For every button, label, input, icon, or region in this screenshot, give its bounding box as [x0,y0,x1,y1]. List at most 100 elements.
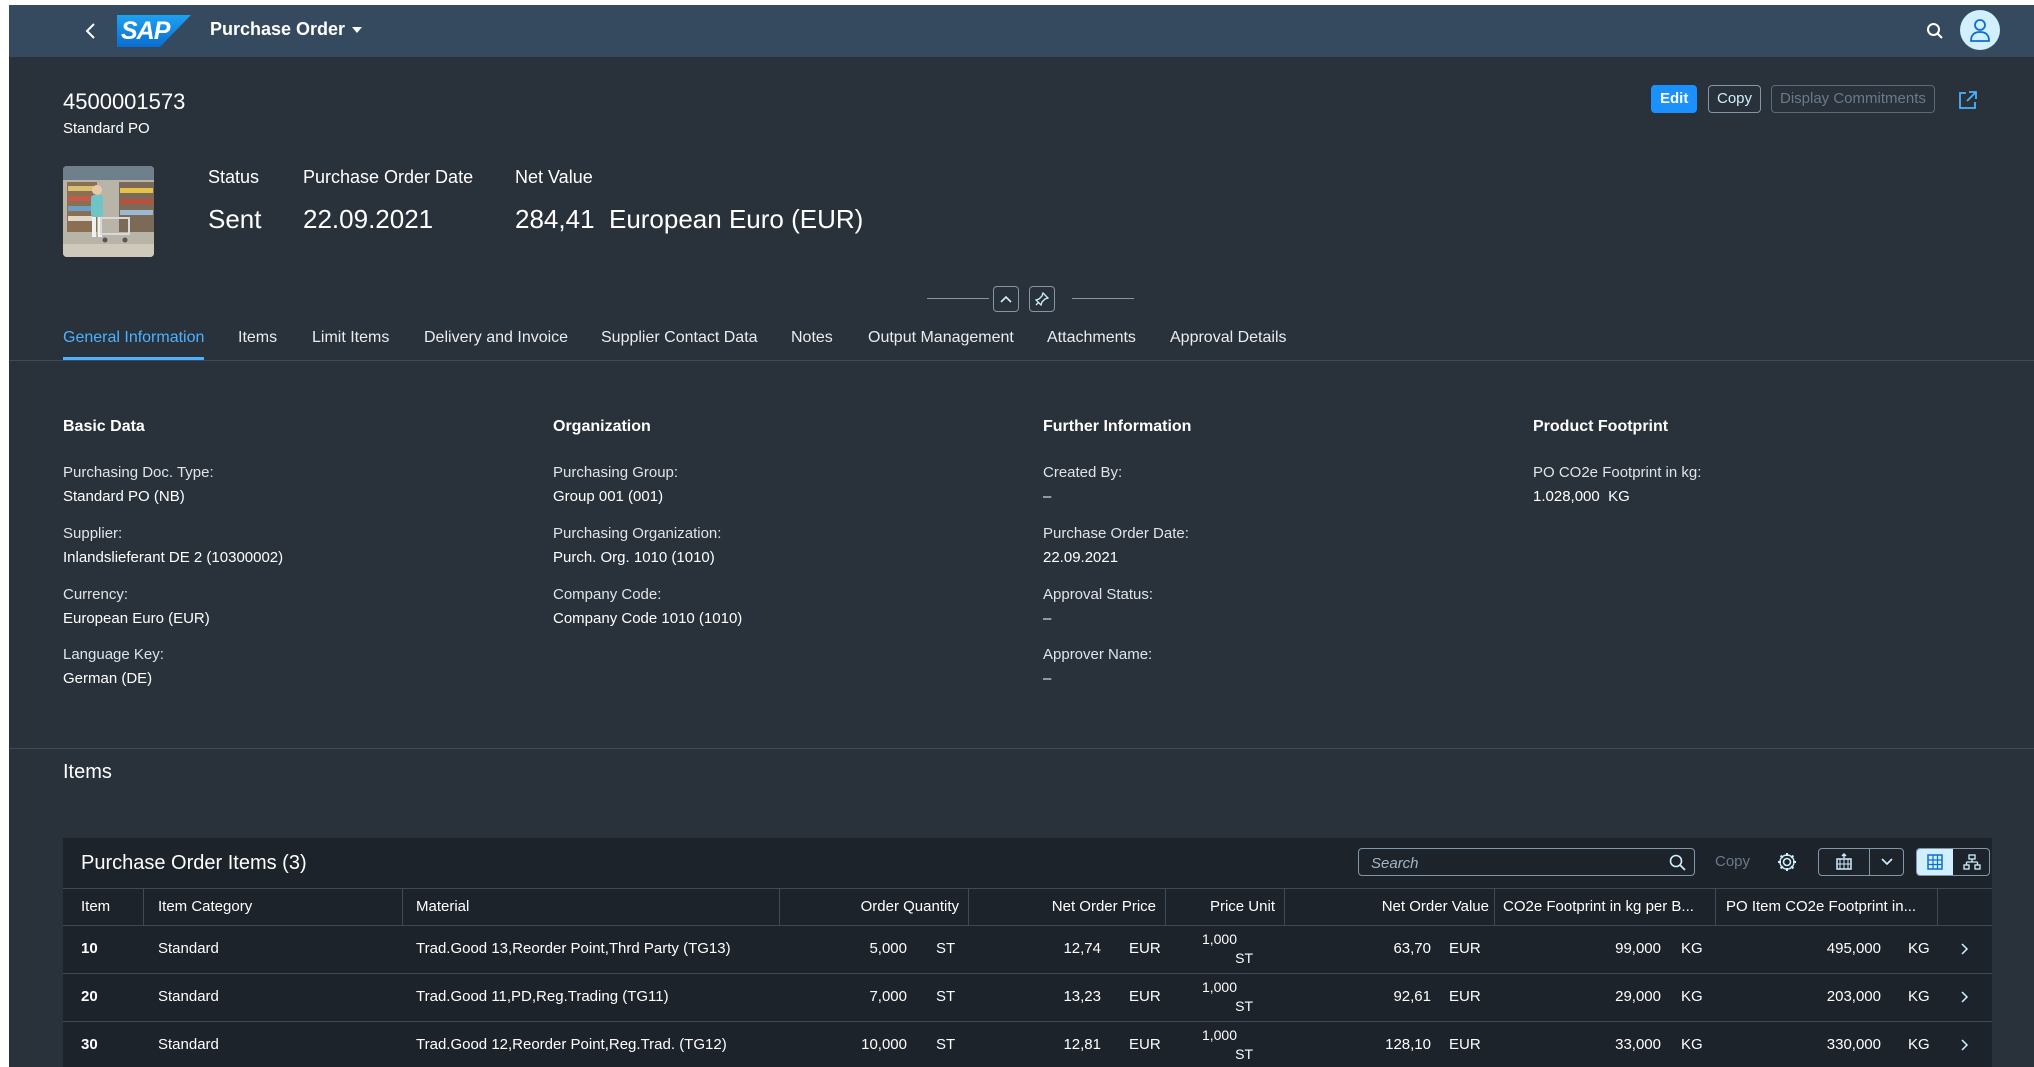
column-header-co2e-per-unit[interactable]: CO2e Footprint in kg per B... [1503,889,1694,925]
po-number: 4500001573 [63,89,186,114]
tab-approval-details[interactable]: Approval Details [1170,329,1287,347]
cell-price-currency: EUR [1129,988,1161,1005]
table-search-field[interactable] [1358,848,1695,877]
field-label: Supplier: [63,525,123,542]
price-unit-quantity: 1,000 [1201,931,1237,947]
tree-view-button[interactable] [1954,849,1989,875]
search-icon [1927,23,1943,39]
column-header-net-order-value[interactable]: Net Order Value [1284,889,1489,925]
tab-general-information[interactable]: General Information [63,329,204,347]
field-label: PO CO2e Footprint in kg: [1533,464,1702,481]
shell-search-button[interactable] [1921,17,1949,45]
tab-attachments[interactable]: Attachments [1047,329,1136,347]
pin-header-button[interactable] [1029,286,1055,312]
user-avatar[interactable] [1960,10,2000,50]
items-section-heading: Items [63,761,112,783]
person-icon [1970,19,1990,42]
price-unit-uom: ST [1235,950,1253,966]
section-title-basic-data: Basic Data [63,418,145,435]
chevron-right-icon[interactable] [1957,990,1971,1004]
display-commitments-button[interactable]: Display Commitments [1771,85,1935,113]
cell-price-currency: EUR [1129,1036,1161,1053]
hierarchy-icon [1963,854,1981,870]
field-value: Purch. Org. 1010 (1010) [553,549,715,566]
copy-button[interactable]: Copy [1708,85,1762,113]
table-row[interactable]: 30 Standard Trad.Good 12,Reorder Point,R… [63,1022,1992,1067]
cell-co2e-per-unit-uom: KG [1681,1036,1703,1053]
tab-supplier-contact-data[interactable]: Supplier Contact Data [601,329,758,347]
cell-item: 20 [81,988,98,1005]
column-header-net-order-price[interactable]: Net Order Price [968,889,1156,925]
cell-material: Trad.Good 12,Reorder Point,Reg.Trad. (TG… [416,1036,727,1053]
field-label: Approver Name: [1043,646,1153,663]
table-view-button[interactable] [1917,849,1953,875]
table-row[interactable]: 20 Standard Trad.Good 11,PD,Reg.Trading … [63,974,1992,1022]
cell-order-quantity: 7,000 [869,988,907,1005]
po-type: Standard PO [63,120,150,137]
share-icon[interactable] [1957,89,1979,111]
chevron-right-icon[interactable] [1957,942,1971,956]
purchase-order-items-table: Purchase Order Items (3) Copy Item [63,838,1992,1067]
grid-icon [1927,854,1943,870]
search-icon[interactable] [1668,853,1688,873]
column-header-item-category[interactable]: Item Category [158,889,252,925]
kpi-status-label: Status [208,167,260,187]
column-header-order-quantity[interactable]: Order Quantity [779,889,959,925]
header-divider-right [1072,298,1134,299]
cell-po-item-co2e-uom: KG [1908,1036,1930,1053]
field-value: Company Code 1010 (1010) [553,610,743,627]
cell-material: Trad.Good 11,PD,Reg.Trading (TG11) [416,988,669,1005]
column-header-price-unit[interactable]: Price Unit [1165,889,1275,925]
edit-button[interactable]: Edit [1651,85,1698,113]
field-label: Purchase Order Date: [1043,525,1189,542]
export-menu-button[interactable] [1818,848,1904,876]
collapse-header-button[interactable] [993,286,1019,312]
table-search-input[interactable] [1359,849,1673,877]
gear-icon[interactable] [1775,850,1799,874]
app-window: SAP Purchase Order 4500001573 Standard P… [9,5,2034,1067]
tab-limit-items[interactable]: Limit Items [312,329,389,347]
field-value: 1.028,000 KG [1533,488,1630,505]
column-header-item[interactable]: Item [81,889,110,925]
export-button[interactable] [1819,849,1869,875]
field-label: Created By: [1043,464,1123,481]
tab-items[interactable]: Items [238,329,277,347]
kpi-net-value-label: Net Value [515,167,593,187]
field-value: Standard PO (NB) [63,488,185,505]
cell-quantity-unit: ST [936,940,956,957]
cell-item: 30 [81,1036,98,1053]
cell-order-quantity: 10,000 [861,1036,907,1053]
export-dropdown-button[interactable] [1870,849,1903,875]
price-unit-quantity: 1,000 [1201,1027,1237,1043]
cell-price-unit: 1,000 ST [1193,1026,1253,1064]
cell-net-order-value: 128,10 [1385,1036,1431,1053]
tab-delivery-and-invoice[interactable]: Delivery and Invoice [424,329,568,347]
chevron-right-icon[interactable] [1957,1038,1971,1052]
column-separator [1937,889,1938,925]
header-divider-left [927,298,989,299]
table-row[interactable]: 10 Standard Trad.Good 13,Reorder Point,T… [63,926,1992,974]
app-title-menu[interactable]: Purchase Order [210,19,363,40]
field-value: – [1043,610,1052,627]
cell-quantity-unit: ST [936,988,956,1005]
chevron-left-icon [85,23,95,39]
table-title: Purchase Order Items (3) [81,852,307,874]
field-label: Purchasing Doc. Type: [63,464,214,481]
column-header-po-item-co2e[interactable]: PO Item CO2e Footprint in... [1726,889,1916,925]
shell-bar: SAP Purchase Order [9,5,2034,57]
cell-co2e-per-unit: 33,000 [1615,1036,1661,1053]
sap-logo[interactable]: SAP [117,15,191,47]
column-header-material[interactable]: Material [416,889,469,925]
kpi-status-value: Sent [208,204,262,234]
table-copy-button[interactable]: Copy [1715,853,1750,870]
back-button[interactable] [77,17,105,45]
cell-item-category: Standard [158,988,219,1005]
field-label: Purchasing Organization: [553,525,722,542]
tab-notes[interactable]: Notes [791,329,833,347]
chevron-down-icon [1880,858,1893,866]
active-tab-indicator [63,357,204,360]
cell-po-item-co2e-uom: KG [1908,940,1930,957]
section-title-product-footprint: Product Footprint [1533,418,1669,435]
cell-item-category: Standard [158,1036,219,1053]
tab-output-management[interactable]: Output Management [868,329,1014,347]
